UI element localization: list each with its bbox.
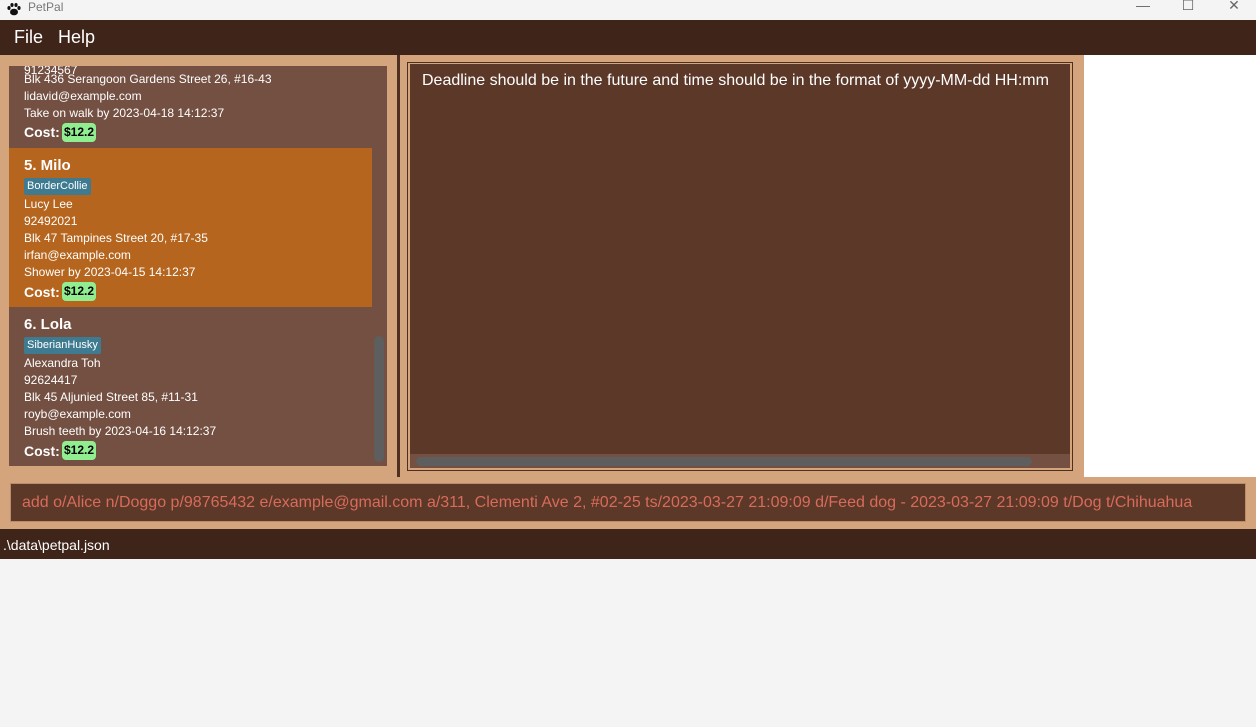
- pet-email: royb@example.com: [24, 407, 131, 421]
- window-title: PetPal: [28, 0, 64, 14]
- pet-deadline: Brush teeth by 2023-04-16 14:12:37: [24, 424, 217, 438]
- pet-owner: Lucy Lee: [24, 197, 73, 211]
- pet-address: Blk 436 Serangoon Gardens Street 26, #16…: [24, 72, 272, 86]
- empty-area: [1084, 55, 1256, 477]
- menu-file[interactable]: File: [14, 27, 43, 48]
- pet-address: Blk 47 Tampines Street 20, #17-35: [24, 231, 208, 245]
- pet-card-5[interactable]: 5. Milo BorderCollie Lucy Lee 92492021 B…: [9, 148, 372, 307]
- pet-name: 6. Lola: [24, 316, 72, 333]
- result-message: Deadline should be in the future and tim…: [422, 72, 1049, 89]
- menu-bar: File Help: [0, 20, 1256, 55]
- list-scrollbar-thumb[interactable]: [374, 336, 384, 462]
- cost-label: Cost:: [24, 443, 60, 459]
- menu-help[interactable]: Help: [58, 27, 95, 48]
- pet-phone: 92624417: [24, 373, 78, 387]
- pet-email: irfan@example.com: [24, 248, 131, 262]
- command-input[interactable]: [10, 483, 1246, 522]
- status-bar: .\data\petpal.json: [0, 529, 1256, 559]
- cost-badge: $12.2: [62, 441, 97, 460]
- pet-phone: 92492021: [24, 214, 78, 228]
- paw-icon: [7, 3, 21, 16]
- cost-badge: $12.2: [62, 282, 97, 301]
- pet-address: Blk 45 Aljunied Street 85, #11-31: [24, 390, 198, 404]
- pet-tag: BorderCollie: [24, 178, 91, 195]
- pet-list[interactable]: 91234567 Blk 436 Serangoon Gardens Stree…: [9, 66, 387, 466]
- pet-card-6[interactable]: 6. Lola SiberianHusky Alexandra Toh 9262…: [9, 307, 372, 466]
- pet-deadline: Take on walk by 2023-04-18 14:12:37: [24, 106, 225, 120]
- pet-deadline: Shower by 2023-04-15 14:12:37: [24, 265, 196, 279]
- data-file-path: .\data\petpal.json: [3, 537, 110, 553]
- cost-badge: $12.2: [62, 123, 97, 142]
- minimize-icon[interactable]: —: [1123, 0, 1163, 16]
- pet-tag: SiberianHusky: [24, 337, 101, 354]
- title-bar: PetPal — ☐ ✕: [0, 0, 1256, 20]
- cost-label: Cost:: [24, 124, 60, 140]
- maximize-icon[interactable]: ☐: [1168, 0, 1208, 16]
- pet-name: 5. Milo: [24, 157, 71, 174]
- cost-label: Cost:: [24, 284, 60, 300]
- close-icon[interactable]: ✕: [1214, 0, 1254, 16]
- pet-card-partial[interactable]: 91234567 Blk 436 Serangoon Gardens Stree…: [9, 66, 372, 148]
- panel-divider[interactable]: [397, 55, 400, 477]
- pet-email: lidavid@example.com: [24, 89, 142, 103]
- pet-owner: Alexandra Toh: [24, 356, 101, 370]
- result-scrollbar-thumb[interactable]: [416, 457, 1032, 466]
- result-display[interactable]: Deadline should be in the future and tim…: [410, 64, 1070, 454]
